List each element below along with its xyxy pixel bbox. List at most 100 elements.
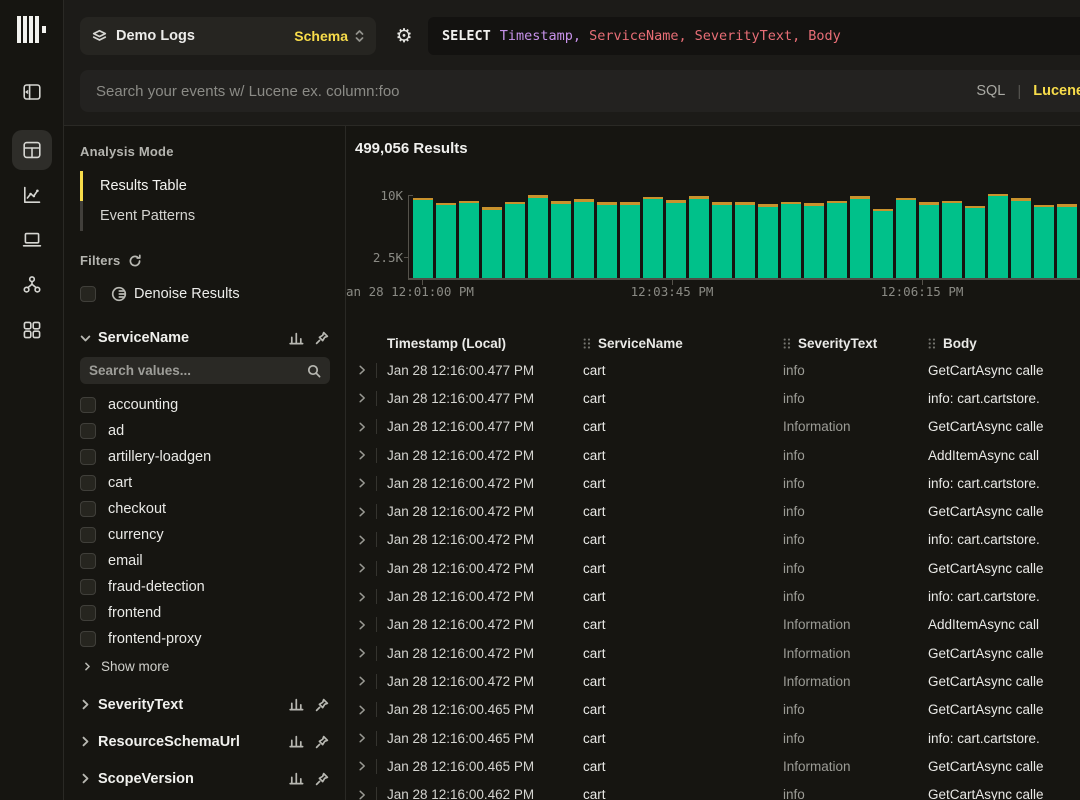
- table-row[interactable]: Jan 28 12:16:00.465 PM cart info GetCart…: [346, 696, 1080, 724]
- language-sql-button[interactable]: SQL: [976, 83, 1005, 99]
- expand-row-icon[interactable]: [357, 563, 367, 573]
- expand-row-icon[interactable]: [357, 648, 367, 658]
- service-filter-row[interactable]: accounting: [80, 392, 329, 418]
- table-row[interactable]: Jan 28 12:16:00.472 PM cart Information …: [346, 639, 1080, 667]
- service-filter-row[interactable]: email: [80, 548, 329, 574]
- service-filter-label: fraud-detection: [108, 579, 205, 595]
- expand-row-icon[interactable]: [357, 422, 367, 432]
- mode-results-table[interactable]: Results Table: [80, 171, 329, 201]
- service-checkbox[interactable]: [80, 605, 96, 621]
- table-row[interactable]: Jan 28 12:16:00.472 PM cart info GetCart…: [346, 497, 1080, 525]
- expand-row-icon[interactable]: [357, 705, 367, 715]
- source-settings-button[interactable]: ⚙: [384, 17, 424, 55]
- expand-row-icon[interactable]: [357, 365, 367, 375]
- service-checkbox[interactable]: [80, 527, 96, 543]
- dashboards-tab[interactable]: [12, 310, 52, 350]
- pin-icon[interactable]: [315, 772, 329, 786]
- top-header: Demo Logs Schema ⚙ SELECT Timestamp, Ser…: [64, 0, 1080, 126]
- drag-handle-icon[interactable]: [783, 338, 791, 349]
- drag-handle-icon[interactable]: [583, 338, 591, 349]
- table-row[interactable]: Jan 28 12:16:00.465 PM cart info info: c…: [346, 724, 1080, 752]
- chart-bar: [597, 202, 617, 278]
- collapse-sidebar-button[interactable]: [12, 72, 52, 112]
- expand-row-icon[interactable]: [357, 761, 367, 771]
- table-row[interactable]: Jan 28 12:16:00.472 PM cart info info: c…: [346, 526, 1080, 554]
- service-filter-row[interactable]: frontend-proxy: [80, 626, 329, 652]
- search-logs-tab[interactable]: [12, 130, 52, 170]
- pin-icon[interactable]: [315, 698, 329, 712]
- service-checkbox[interactable]: [80, 423, 96, 439]
- expand-row-icon[interactable]: [357, 535, 367, 545]
- expand-row-icon[interactable]: [357, 393, 367, 403]
- service-checkbox[interactable]: [80, 579, 96, 595]
- value-search-input[interactable]: [89, 363, 307, 378]
- service-checkbox[interactable]: [80, 631, 96, 647]
- language-lucene-button[interactable]: Lucene: [1033, 83, 1080, 99]
- service-checkbox[interactable]: [80, 553, 96, 569]
- source-selector[interactable]: Demo Logs Schema: [80, 17, 376, 55]
- denoise-results-row[interactable]: Denoise Results: [80, 284, 329, 304]
- event-search-input[interactable]: [96, 83, 964, 100]
- expand-row-icon[interactable]: [357, 507, 367, 517]
- show-more-button[interactable]: Show more: [80, 654, 329, 678]
- column-header-timestamp[interactable]: Timestamp (Local): [377, 336, 583, 351]
- expand-row-icon[interactable]: [357, 620, 367, 630]
- pin-icon[interactable]: [315, 735, 329, 749]
- service-filter-row[interactable]: frontend: [80, 600, 329, 626]
- sql-query-bar[interactable]: SELECT Timestamp, ServiceName, SeverityT…: [428, 17, 1080, 55]
- service-filter-row[interactable]: cart: [80, 470, 329, 496]
- service-filter-row[interactable]: fraud-detection: [80, 574, 329, 600]
- filter-section[interactable]: ResourceSchemaUrl: [80, 723, 329, 760]
- column-header-severitytext[interactable]: SeverityText: [783, 336, 928, 351]
- table-row[interactable]: Jan 28 12:16:00.472 PM cart Information …: [346, 667, 1080, 695]
- denoise-checkbox[interactable]: [80, 286, 96, 302]
- table-row[interactable]: Jan 28 12:16:00.477 PM cart info info: c…: [346, 384, 1080, 412]
- chart-explorer-tab[interactable]: [12, 175, 52, 215]
- filter-section-servicename[interactable]: ServiceName: [80, 330, 329, 346]
- chart-bar-cap: [1057, 204, 1077, 207]
- table-row[interactable]: Jan 28 12:16:00.462 PM cart info GetCart…: [346, 780, 1080, 800]
- chart-bar-cap: [850, 196, 870, 199]
- service-filter-row[interactable]: currency: [80, 522, 329, 548]
- table-row[interactable]: Jan 28 12:16:00.472 PM cart info info: c…: [346, 582, 1080, 610]
- expand-row-icon[interactable]: [357, 478, 367, 488]
- table-row[interactable]: Jan 28 12:16:00.472 PM cart info GetCart…: [346, 554, 1080, 582]
- column-header-servicename[interactable]: ServiceName: [583, 336, 783, 351]
- bar-chart-icon[interactable]: [289, 771, 304, 786]
- table-row[interactable]: Jan 28 12:16:00.472 PM cart info AddItem…: [346, 441, 1080, 469]
- bar-chart-icon[interactable]: [289, 697, 304, 712]
- service-filter-row[interactable]: artillery-loadgen: [80, 444, 329, 470]
- table-row[interactable]: Jan 28 12:16:00.472 PM cart Information …: [346, 611, 1080, 639]
- service-checkbox[interactable]: [80, 397, 96, 413]
- expand-row-icon[interactable]: [357, 790, 367, 800]
- expand-row-icon[interactable]: [357, 733, 367, 743]
- expand-row-icon[interactable]: [357, 592, 367, 602]
- service-checkbox[interactable]: [80, 501, 96, 517]
- bar-chart-icon[interactable]: [289, 734, 304, 749]
- service-map-tab[interactable]: [12, 265, 52, 305]
- app-logo-icon[interactable]: [17, 14, 46, 44]
- sessions-tab[interactable]: [12, 220, 52, 260]
- refresh-icon[interactable]: [128, 254, 142, 268]
- cell-servicename: cart: [583, 448, 783, 463]
- table-row[interactable]: Jan 28 12:16:00.477 PM cart Information …: [346, 413, 1080, 441]
- expand-row-icon[interactable]: [357, 676, 367, 686]
- pin-icon[interactable]: [315, 331, 329, 345]
- service-filter-row[interactable]: ad: [80, 418, 329, 444]
- table-row[interactable]: Jan 28 12:16:00.465 PM cart Information …: [346, 752, 1080, 780]
- table-row[interactable]: Jan 28 12:16:00.477 PM cart info GetCart…: [346, 356, 1080, 384]
- service-checkbox[interactable]: [80, 475, 96, 491]
- filter-section[interactable]: ScopeVersion: [80, 760, 329, 797]
- service-checkbox[interactable]: [80, 449, 96, 465]
- expand-row-icon[interactable]: [357, 450, 367, 460]
- cell-body: GetCartAsync calle: [928, 759, 1080, 774]
- service-filter-row[interactable]: checkout: [80, 496, 329, 522]
- drag-handle-icon[interactable]: [928, 338, 936, 349]
- cell-severitytext: info: [783, 391, 928, 406]
- column-header-body[interactable]: Body: [928, 336, 1080, 351]
- chart-bars[interactable]: [413, 190, 1080, 278]
- mode-event-patterns[interactable]: Event Patterns: [80, 201, 329, 231]
- table-row[interactable]: Jan 28 12:16:00.472 PM cart info info: c…: [346, 469, 1080, 497]
- bar-chart-icon[interactable]: [289, 331, 304, 346]
- filter-section[interactable]: SeverityText: [80, 686, 329, 723]
